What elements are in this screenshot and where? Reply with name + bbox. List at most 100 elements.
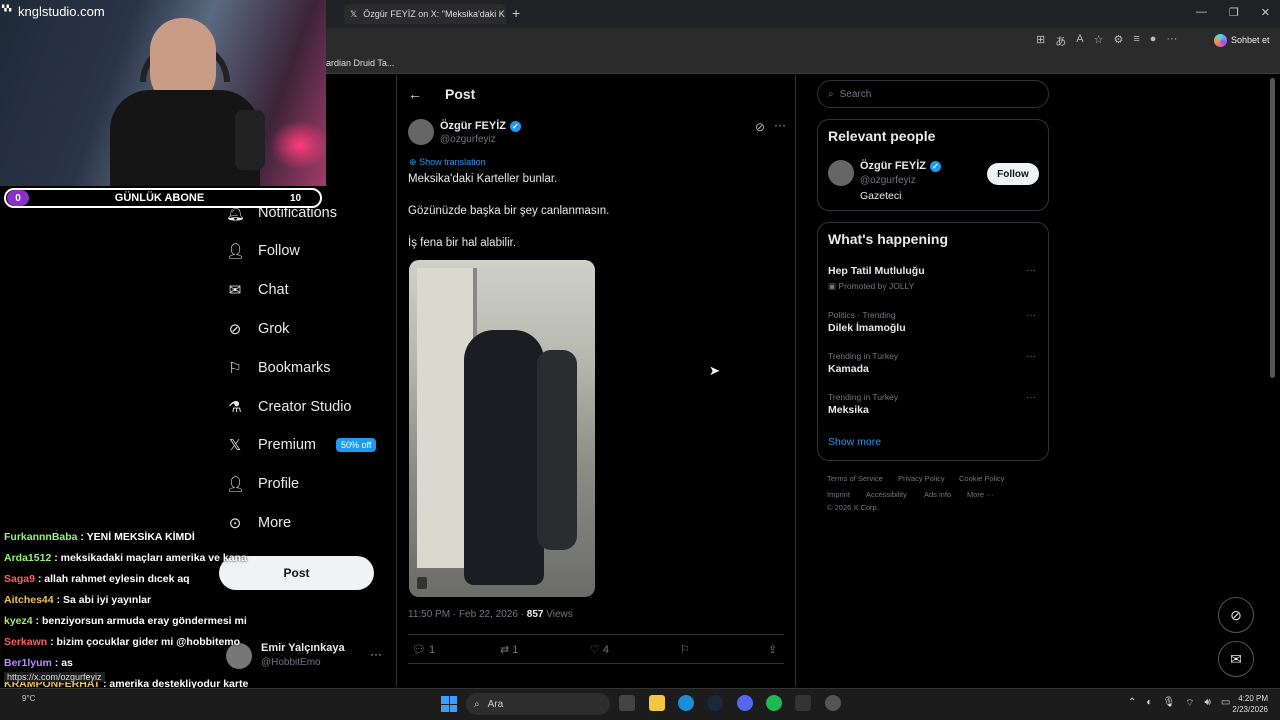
new-tab-button[interactable]: + xyxy=(512,5,520,21)
repost-button[interactable]: ⇄ 1 xyxy=(500,643,518,657)
search-icon: ⌕ xyxy=(828,88,834,100)
steam-icon[interactable] xyxy=(707,695,723,711)
chat-separator: : xyxy=(51,552,61,564)
clock-date: 2/23/2026 xyxy=(1232,705,1268,714)
volume-icon[interactable]: 🔊︎ xyxy=(1205,697,1211,710)
show-more-link[interactable]: Show more xyxy=(828,436,881,448)
post-media-video[interactable] xyxy=(409,260,595,597)
grok-icon[interactable]: ⊘ xyxy=(755,120,765,134)
favorite-item[interactable]: ardian Druid Ta... xyxy=(326,58,394,68)
like-count: 4 xyxy=(602,643,609,656)
wifi-icon[interactable]: ⌔ xyxy=(1185,697,1194,710)
extensions-icon[interactable]: ⚙ xyxy=(1113,33,1123,49)
show-translation-link[interactable]: ⊕ Show translation xyxy=(409,157,486,168)
nav-label: Bookmarks xyxy=(258,360,331,376)
verified-badge-icon: ✓ xyxy=(510,120,521,132)
spotify-icon[interactable] xyxy=(766,695,782,711)
trend-item[interactable]: Dilek İmamoğlu xyxy=(828,322,906,334)
nav-follow[interactable]: 👤︎ Follow xyxy=(226,242,300,260)
nav-premium[interactable]: 𝕏 Premium 50% off xyxy=(226,436,377,454)
app-tray-icon[interactable]: ◐ xyxy=(1146,697,1152,710)
footer-ads[interactable]: Ads info xyxy=(924,490,951,499)
trend-more-icon[interactable]: ··· xyxy=(1026,351,1036,362)
bookmark-button[interactable]: ⚐ xyxy=(680,643,690,656)
chat-text: meksikadaki maçları amerika ve kana xyxy=(60,552,247,564)
favorite-star-icon[interactable]: ☆ xyxy=(1094,33,1104,49)
avatar[interactable] xyxy=(828,160,854,186)
microphone-icon[interactable]: 🎙︎ xyxy=(1162,697,1175,710)
footer-cookie[interactable]: Cookie Policy xyxy=(959,474,1004,483)
close-window-icon[interactable]: ✕ xyxy=(1261,6,1270,19)
back-arrow-icon[interactable]: ← xyxy=(408,86,422,102)
trend-item[interactable]: Hep Tatil Mutluluğu xyxy=(828,265,925,277)
nav-more[interactable]: ⊙ More xyxy=(226,514,291,532)
nav-chat[interactable]: ✉ Chat xyxy=(226,281,289,299)
relevant-person-name[interactable]: Özgür FEYİZ ✓ xyxy=(860,160,941,172)
weather-widget[interactable]: 9°C xyxy=(22,694,35,703)
verified-badge-icon: ✓ xyxy=(930,160,941,172)
media-scene xyxy=(464,330,544,585)
footer-terms[interactable]: Terms of Service xyxy=(827,474,883,483)
nav-profile[interactable]: 👤︎ Profile xyxy=(226,475,299,493)
account-menu-icon[interactable]: ··· xyxy=(370,647,382,661)
person-icon: 👤︎ xyxy=(226,476,246,493)
author-name[interactable]: Özgür FEYİZ ✓ xyxy=(440,120,521,132)
trend-context: Trending in Turkey xyxy=(828,351,899,361)
footer-privacy[interactable]: Privacy Policy xyxy=(898,474,945,483)
footer-accessibility[interactable]: Accessibility xyxy=(866,490,907,499)
author-avatar[interactable] xyxy=(408,119,434,145)
file-explorer-icon[interactable] xyxy=(649,695,665,711)
page-title: Post xyxy=(445,86,476,102)
chat-separator: : xyxy=(53,594,63,606)
read-aloud-icon[interactable]: A xyxy=(1076,33,1083,49)
scrollbar[interactable] xyxy=(1270,78,1275,378)
repost-icon: ⇄ xyxy=(500,644,510,656)
footer-more[interactable]: More ··· xyxy=(967,490,994,499)
restore-icon[interactable]: ❐ xyxy=(1229,6,1239,19)
nav-label: Profile xyxy=(258,476,300,492)
nav-grok[interactable]: ⊘ Grok xyxy=(226,320,290,338)
relevant-people-title: Relevant people xyxy=(828,128,936,144)
post-actions: 💬︎ 1 ⇄ 1 ♡ 4 ⚐ ⇪ xyxy=(408,634,784,664)
window-controls: — ❐ ✕ xyxy=(1196,6,1270,19)
obs-icon[interactable] xyxy=(825,695,841,711)
trend-more-icon[interactable]: ··· xyxy=(1026,265,1036,276)
terminal-icon[interactable] xyxy=(795,695,811,711)
mouse-cursor-icon: ➤ xyxy=(709,363,720,378)
trend-item[interactable]: Meksika xyxy=(828,404,869,416)
sub-goal-target: 10 xyxy=(290,192,302,204)
browser-tab[interactable]: 𝕏 Özgür FEYİZ on X: "Meksika'daki K ✕ xyxy=(344,4,506,24)
taskbar-search[interactable]: ⌕ Ara xyxy=(466,693,610,715)
trend-more-icon[interactable]: ··· xyxy=(1026,392,1036,403)
messages-fab-button[interactable]: ✉ xyxy=(1218,641,1254,677)
like-button[interactable]: ♡ 4 xyxy=(590,643,609,657)
app-icon[interactable]: ⊞ xyxy=(1036,33,1045,49)
whats-happening-title: What's happening xyxy=(828,231,948,247)
taskbar-clock[interactable]: 4:20 PM 2/23/2026 xyxy=(1228,693,1268,715)
trend-more-icon[interactable]: ··· xyxy=(1026,310,1036,321)
minimize-icon[interactable]: — xyxy=(1196,6,1207,19)
reply-button[interactable]: 💬︎ 1 xyxy=(412,643,435,657)
edge-icon[interactable] xyxy=(678,695,694,711)
translate-icon[interactable]: あ xyxy=(1055,33,1066,49)
task-view-icon[interactable] xyxy=(619,695,635,711)
profile-icon[interactable]: ● xyxy=(1150,33,1157,49)
discord-icon[interactable] xyxy=(737,695,753,711)
nav-creator-studio[interactable]: ⚗ Creator Studio xyxy=(226,398,351,416)
media-scene xyxy=(537,350,577,550)
search-input[interactable]: ⌕ Search xyxy=(817,80,1049,108)
start-button[interactable] xyxy=(441,696,457,712)
chat-username: FurkannnBaba xyxy=(4,531,78,543)
footer-imprint[interactable]: Imprint xyxy=(827,490,850,499)
share-button[interactable]: ⇪ xyxy=(768,643,777,656)
grok-fab-button[interactable]: ⊘ xyxy=(1218,597,1254,633)
chevron-up-icon[interactable]: ⌃ xyxy=(1128,697,1136,710)
search-icon: ⌕ xyxy=(474,698,480,710)
favorites-icon[interactable]: ≡ xyxy=(1133,33,1139,49)
more-icon[interactable]: ··· xyxy=(774,118,786,132)
nav-bookmarks[interactable]: ⚐ Bookmarks xyxy=(226,359,331,377)
copilot-chat-button[interactable]: Sohbet et xyxy=(1214,31,1270,49)
follow-button[interactable]: Follow xyxy=(987,163,1039,185)
trend-item[interactable]: Kamada xyxy=(828,363,869,375)
browser-menu-icon[interactable]: ··· xyxy=(1166,33,1177,49)
